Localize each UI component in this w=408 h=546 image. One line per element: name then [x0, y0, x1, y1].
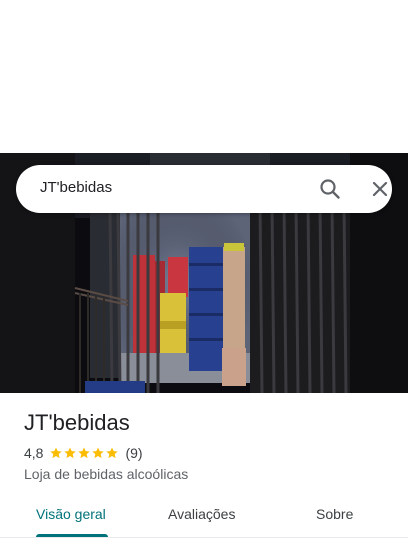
tabs-divider [0, 537, 408, 538]
rating-stars [49, 446, 119, 460]
star-icon [106, 447, 119, 459]
star-icon [50, 447, 63, 459]
place-category: Loja de bebidas alcoólicas [24, 466, 189, 482]
place-tabs: Visão geral Avaliações Sobre [0, 496, 408, 546]
review-count[interactable]: (9) [125, 445, 142, 461]
map-area-blank [0, 0, 408, 153]
tab-about[interactable]: Sobre [316, 506, 353, 522]
search-bar[interactable]: JT'bebidas [16, 165, 392, 213]
tab-reviews[interactable]: Avaliações [168, 506, 235, 522]
star-icon [92, 447, 105, 459]
star-icon [64, 447, 77, 459]
rating-row[interactable]: 4,8 (9) [24, 444, 143, 462]
search-icon[interactable] [318, 177, 342, 201]
tab-overview[interactable]: Visão geral [36, 506, 106, 522]
close-icon[interactable] [368, 177, 392, 201]
search-input[interactable]: JT'bebidas [40, 179, 112, 196]
star-icon [78, 447, 91, 459]
rating-value: 4,8 [24, 445, 44, 461]
place-title: JT'bebidas [24, 410, 130, 435]
